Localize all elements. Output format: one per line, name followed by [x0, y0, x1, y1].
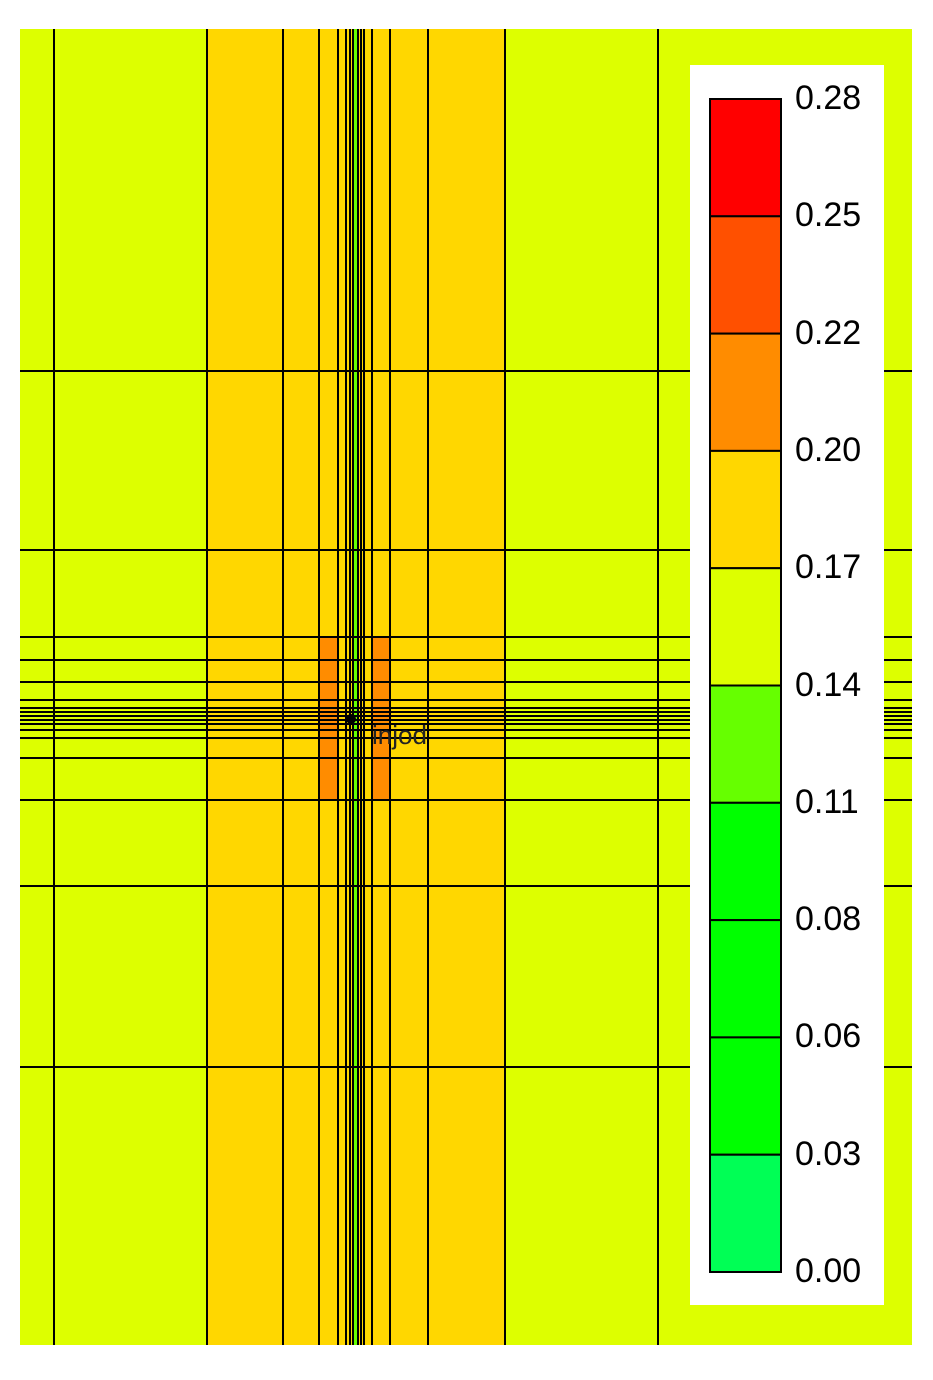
colorbar-tick-label: 0.14: [795, 665, 862, 704]
colorbar-tick-label: 0.17: [795, 548, 862, 587]
colorbar-tick-label: 0.28: [795, 79, 862, 117]
colorbar-tick-label: 0.25: [795, 196, 862, 235]
colorbar-tick-label: 0.11: [795, 782, 859, 821]
cell-near-well: [320, 637, 338, 800]
colorbar-bin: [709, 801, 782, 922]
colorbar-tick-label: 0.06: [795, 1017, 862, 1056]
colorbar-tick-label: 0.00: [795, 1252, 862, 1290]
cell-near-well: [372, 637, 390, 800]
colorbar-bin: [709, 1036, 782, 1156]
colorbar-bin: [709, 919, 782, 1039]
colorbar-bin: [709, 684, 782, 804]
colorbar-bin: [709, 1153, 782, 1273]
colorbar-bin: [709, 567, 782, 687]
colorbar-tick-label: 0.08: [795, 900, 862, 939]
colorbar-bin: [709, 215, 782, 335]
colorbar-tick-label: 0.20: [795, 430, 862, 469]
heatmap-plot: [20, 29, 912, 1345]
cell-well-column: [354, 29, 357, 1345]
colorbar-tick-label: 0.22: [795, 313, 862, 352]
colorbar-bin: [709, 449, 782, 570]
colorbar-bin: [709, 332, 782, 452]
colorbar-bin: [709, 98, 782, 218]
colorbar-tick-label: 0.03: [795, 1134, 862, 1173]
well-label: injod: [372, 720, 427, 750]
well-marker: [346, 714, 356, 724]
